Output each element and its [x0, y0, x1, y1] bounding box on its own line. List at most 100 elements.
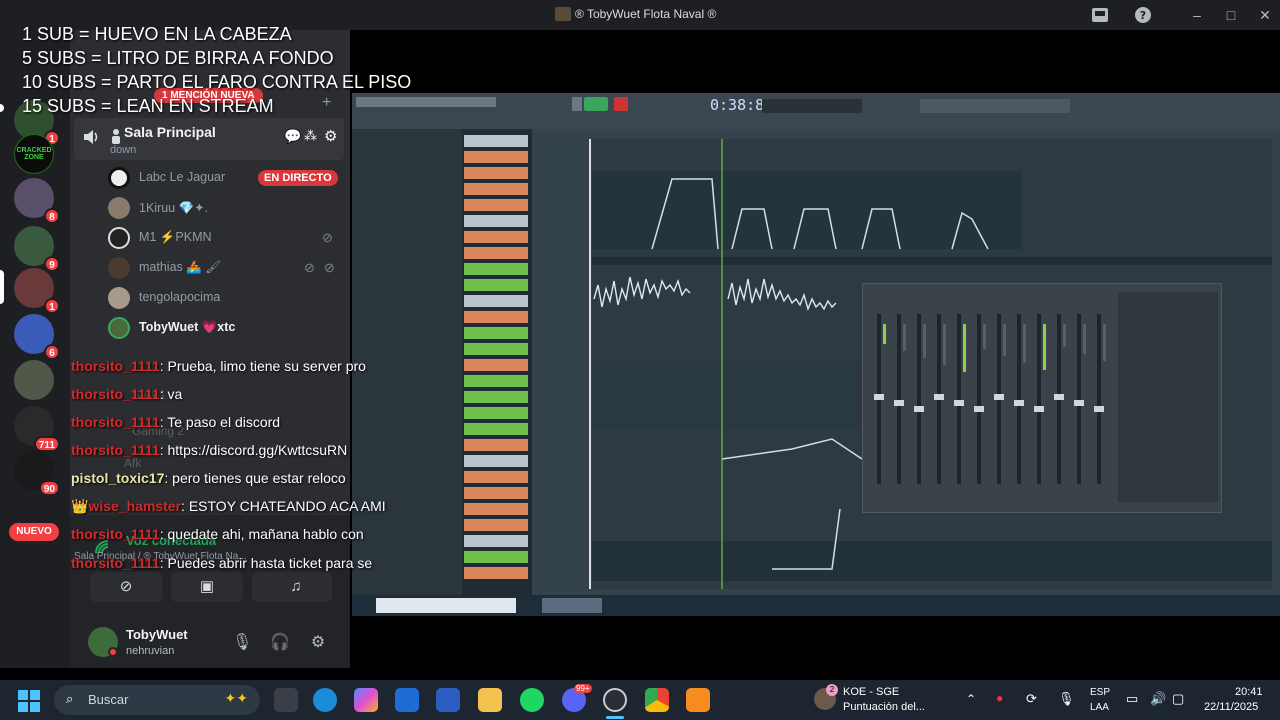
- overlay-line: 1 SUB = HUEVO EN LA CABEZA: [22, 24, 292, 44]
- taskbar-search[interactable]: ⌕ Buscar ✦✦: [54, 685, 260, 715]
- chat-username: thorsito_1111: [71, 386, 160, 402]
- chat-text: Prueba, limo tiene su server pro: [167, 358, 366, 374]
- stream-taskbar: [352, 595, 1280, 616]
- headphones-icon[interactable]: 🎧: [270, 632, 290, 652]
- store-icon[interactable]: [436, 688, 460, 712]
- user-name[interactable]: TobyWuet: [126, 627, 188, 642]
- windows-start-icon[interactable]: [18, 690, 40, 712]
- invite-icon[interactable]: ⁂: [304, 128, 317, 144]
- server-icon[interactable]: 8: [14, 178, 60, 224]
- server-thumbnail-icon: [555, 7, 571, 21]
- add-channel-icon[interactable]: +: [322, 94, 331, 112]
- record-button[interactable]: [614, 97, 628, 111]
- new-badge[interactable]: NUEVO: [9, 523, 59, 541]
- chat-username: pistol_toxic17: [71, 470, 165, 486]
- play-button[interactable]: [584, 97, 608, 111]
- screen-share-button[interactable]: ▣: [171, 572, 243, 602]
- server-cracked-zone[interactable]: CRACKED ZONE: [14, 134, 58, 178]
- fl-mixer[interactable]: [862, 283, 1222, 513]
- notification-subtitle: Puntuación del...: [843, 701, 925, 713]
- clock-time[interactable]: 20:41: [1235, 686, 1263, 698]
- microphone-icon[interactable]: 🎙: [1058, 691, 1075, 707]
- chat-message: thorsito_1111: Prueba, limo tiene su ser…: [71, 358, 366, 374]
- chat-message: thorsito_1111: va: [71, 386, 183, 402]
- overlay-line: 15 SUBS = LEAN EN STREAM: [22, 96, 274, 116]
- minimize-button[interactable]: –: [1188, 6, 1206, 24]
- voice-user[interactable]: M1 ⚡PKMN: [108, 226, 348, 250]
- stream-view[interactable]: 0:38:8: [352, 93, 1280, 616]
- voice-user[interactable]: TobyWuet 💗xtc: [108, 316, 348, 340]
- fl-toolbar: 0:38:8: [352, 93, 1280, 129]
- voice-user[interactable]: tengolapocima: [108, 286, 348, 310]
- live-badge: EN DIRECTO: [258, 170, 338, 186]
- avatar: [108, 257, 130, 279]
- outlook-icon[interactable]: [395, 688, 419, 712]
- chevron-up-icon[interactable]: ⌃: [966, 692, 976, 706]
- svg-text:?: ?: [1140, 9, 1146, 22]
- deafened-icon: ⊘: [324, 260, 335, 275]
- fl-time-display: 0:38:8: [710, 96, 765, 114]
- maximize-button[interactable]: □: [1222, 6, 1240, 24]
- tray-app-icon[interactable]: ●: [996, 691, 1003, 705]
- server-icon[interactable]: [14, 360, 58, 404]
- server-icon[interactable]: 9: [14, 226, 60, 272]
- soundboard-button[interactable]: ♫: [260, 572, 332, 602]
- chrome-icon[interactable]: [645, 688, 669, 712]
- speaker-icon: [84, 130, 98, 144]
- spotify-icon[interactable]: [520, 688, 544, 712]
- fl-channel-rack[interactable]: [462, 129, 532, 595]
- chat-icon[interactable]: 💬: [284, 128, 301, 145]
- window-title: ® TobyWuet Flota Naval ®: [555, 7, 716, 21]
- language-bottom[interactable]: LAA: [1090, 702, 1109, 713]
- server-icon[interactable]: 6: [14, 314, 60, 360]
- edge-icon[interactable]: [313, 688, 337, 712]
- inbox-icon[interactable]: [1090, 6, 1110, 24]
- task-view-icon[interactable]: [274, 688, 298, 712]
- server-icon[interactable]: 90: [14, 450, 60, 496]
- chat-text: va: [167, 386, 183, 402]
- active-pill: [0, 270, 4, 304]
- avatar: [108, 317, 130, 339]
- chat-text: ESTOY CHATEANDO ACA AMI: [188, 498, 386, 514]
- chat-message: thorsito_1111: quedate ahi, mañana hablo…: [71, 526, 364, 542]
- user-settings-gear-icon[interactable]: ⚙: [308, 632, 328, 652]
- chat-text: https://discord.gg/KwttcsuRN: [167, 442, 348, 458]
- clock-date[interactable]: 22/11/2025: [1204, 701, 1258, 713]
- sync-icon[interactable]: ⟳: [1026, 691, 1037, 707]
- muted-mic-icon: ⊘: [322, 230, 333, 245]
- search-icon: ⌕: [66, 691, 74, 706]
- chat-message: 👑wise_hamster: ESTOY CHATEANDO ACA AMI: [71, 498, 386, 514]
- settings-gear-icon[interactable]: ⚙: [324, 127, 337, 145]
- user-panel: TobyWuet nehruvian 🎙 🎧 ⚙: [70, 615, 350, 668]
- voice-user[interactable]: 1Kiruu 💎✦.: [108, 196, 348, 220]
- chat-text: quedate ahi, mañana hablo con: [167, 526, 364, 542]
- chat-text: Te paso el discord: [167, 414, 281, 430]
- copilot-icon[interactable]: [354, 688, 378, 712]
- active-app-indicator: [606, 716, 624, 719]
- fl-studio-icon[interactable]: [686, 688, 710, 712]
- avatar: [108, 197, 130, 219]
- avatar: [108, 287, 130, 309]
- avatar: [108, 167, 130, 189]
- battery-icon[interactable]: ▢: [1172, 691, 1184, 707]
- volume-icon[interactable]: 🔊: [1150, 691, 1166, 707]
- file-explorer-icon[interactable]: [478, 688, 502, 712]
- chat-username: 👑wise_hamster: [71, 498, 182, 514]
- windows-taskbar: ⌕ Buscar ✦✦ 99+ 2 KOE - SGE Puntuación d…: [0, 680, 1280, 720]
- chat-message: thorsito_1111: Puedes abrir hasta ticket…: [71, 555, 373, 571]
- chat-username: thorsito_1111: [71, 442, 160, 458]
- help-icon[interactable]: ?: [1133, 6, 1153, 24]
- server-icon[interactable]: 711: [14, 406, 60, 452]
- chat-message: thorsito_1111: https://discord.gg/Kwttcs…: [71, 442, 348, 458]
- language-top[interactable]: ESP: [1090, 687, 1110, 698]
- camera-off-button[interactable]: ⊘: [90, 572, 162, 602]
- server-icon[interactable]: 1: [14, 268, 60, 314]
- microphone-icon[interactable]: 🎙: [232, 632, 252, 652]
- obs-icon[interactable]: [603, 688, 627, 712]
- user-status: nehruvian: [126, 645, 175, 657]
- display-icon[interactable]: ▭: [1126, 691, 1138, 707]
- channel-faded[interactable]: Afk: [124, 456, 141, 470]
- chat-username: thorsito_1111: [71, 526, 160, 542]
- notification-title[interactable]: KOE - SGE: [843, 686, 899, 698]
- close-button[interactable]: ✕: [1256, 6, 1274, 24]
